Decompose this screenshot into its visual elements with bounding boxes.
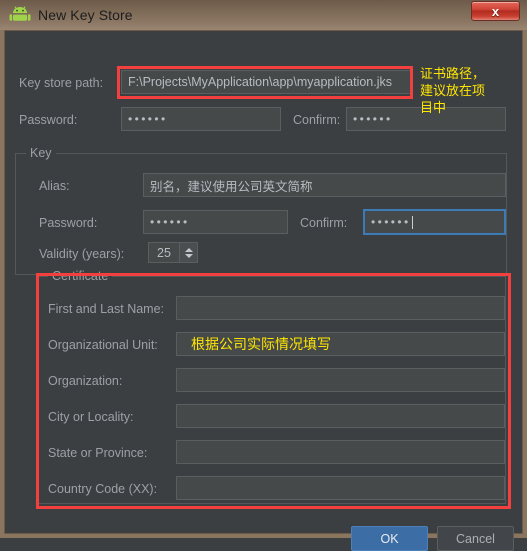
keystore-password-value: •••••• [128, 112, 168, 126]
key-confirm-value: •••••• [371, 215, 411, 229]
cert-field-label-2: Organization: [48, 374, 123, 388]
key-group-title: Key [26, 146, 56, 160]
ok-button[interactable]: OK [351, 526, 428, 551]
dialog-content: Key store path: F:\Projects\MyApplicatio… [5, 31, 522, 551]
key-alias-input[interactable]: 别名，建议使用公司英文简称 [143, 173, 506, 197]
key-alias-value: 别名，建议使用公司英文简称 [150, 179, 313, 194]
dialog-window: New Key Store x Key store path: F:\Proje… [0, 0, 527, 551]
cert-field-label-3: City or Locality: [48, 410, 134, 424]
cert-field-input-2[interactable] [176, 368, 505, 392]
keystore-confirm-label: Confirm: [293, 113, 341, 127]
window-title: New Key Store [38, 7, 133, 23]
keystore-password-label: Password: [19, 113, 78, 127]
ok-button-label: OK [380, 531, 399, 546]
chevron-up-icon[interactable] [184, 247, 193, 252]
key-password-label: Password: [39, 216, 98, 230]
keystore-confirm-value: •••••• [353, 112, 393, 126]
text-caret [411, 215, 413, 229]
key-password-value: •••••• [150, 215, 190, 229]
certificate-group-title: Certificate [48, 269, 113, 283]
android-robot-icon [9, 6, 31, 24]
keystore-confirm-input[interactable]: •••••• [346, 107, 506, 131]
chevron-down-icon[interactable] [184, 253, 193, 258]
cert-field-label-4: State or Province: [48, 446, 148, 460]
close-button[interactable]: x [471, 1, 520, 21]
spinner-arrows[interactable] [179, 243, 197, 262]
title-bar[interactable]: New Key Store x [0, 0, 527, 30]
cert-field-label-0: First and Last Name: [48, 302, 165, 316]
cert-field-input-3[interactable] [176, 404, 505, 428]
keystore-path-input[interactable]: F:\Projects\MyApplication\app\myapplicat… [121, 70, 411, 94]
keystore-password-input[interactable]: •••••• [121, 107, 281, 131]
close-icon: x [491, 3, 500, 19]
cert-field-label-1: Organizational Unit: [48, 338, 158, 352]
validity-value: 25 [157, 245, 171, 260]
cert-field-input-4[interactable] [176, 440, 505, 464]
key-password-input[interactable]: •••••• [143, 210, 288, 234]
key-alias-label: Alias: [39, 179, 70, 193]
keystore-path-value: F:\Projects\MyApplication\app\myapplicat… [128, 75, 393, 89]
cancel-button-label: Cancel [456, 531, 495, 546]
cert-field-label-5: Country Code (XX): [48, 482, 158, 496]
cert-field-input-1[interactable] [176, 332, 505, 356]
cert-field-input-0[interactable] [176, 296, 505, 320]
cert-field-input-5[interactable] [176, 476, 505, 500]
key-confirm-input[interactable]: •••••• [363, 209, 506, 235]
keystore-path-label: Key store path: [19, 76, 104, 90]
cancel-button[interactable]: Cancel [437, 526, 514, 551]
key-confirm-label: Confirm: [300, 216, 348, 230]
validity-spinner[interactable]: 25 [148, 242, 198, 263]
key-validity-label: Validity (years): [39, 247, 125, 261]
